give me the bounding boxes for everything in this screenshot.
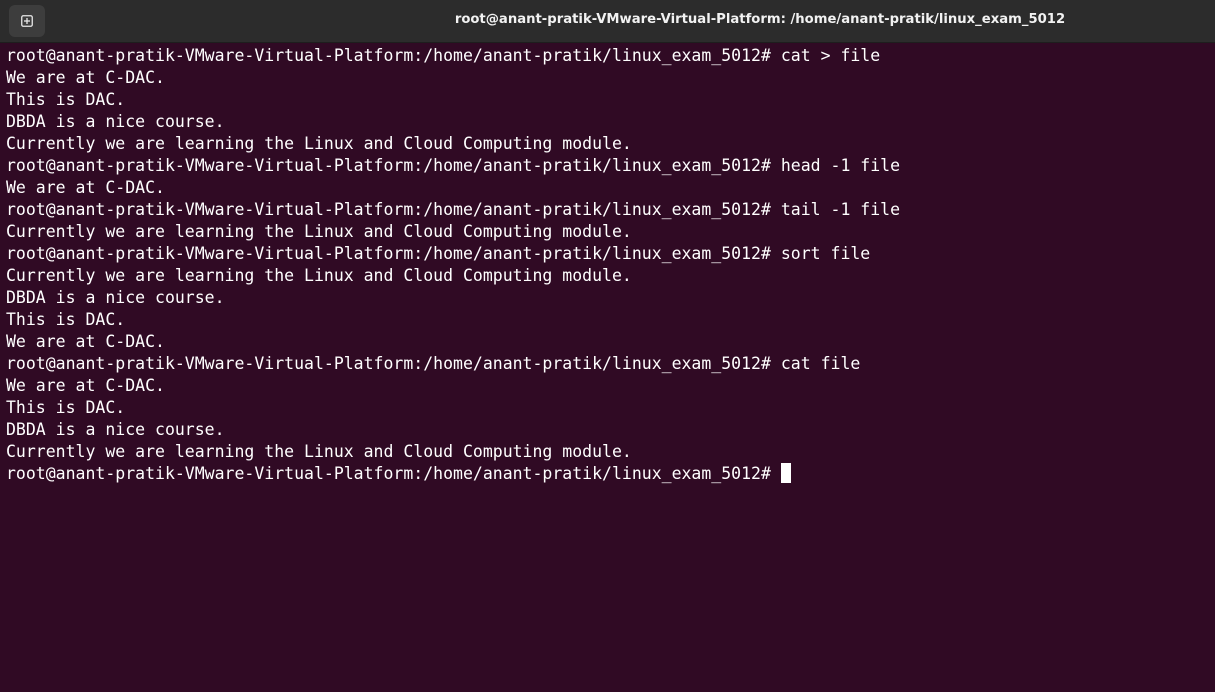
window-title: root@anant-pratik-VMware-Virtual-Platfor…: [454, 12, 1066, 27]
terminal-output[interactable]: root@anant-pratik-VMware-Virtual-Platfor…: [6, 45, 1215, 692]
terminal-window: root@anant-pratik-VMware-Virtual-Platfor…: [0, 0, 1215, 692]
title-bar: root@anant-pratik-VMware-Virtual-Platfor…: [0, 0, 1215, 43]
terminal-line: We are at C-DAC.: [6, 178, 165, 197]
terminal-lines: root@anant-pratik-VMware-Virtual-Platfor…: [6, 45, 1215, 463]
terminal-line: This is DAC.: [6, 398, 126, 417]
terminal-line: Currently we are learning the Linux and …: [6, 442, 632, 461]
text-cursor: [780, 463, 791, 483]
terminal-line: Currently we are learning the Linux and …: [6, 266, 632, 285]
terminal-line: root@anant-pratik-VMware-Virtual-Platfor…: [6, 244, 871, 263]
terminal-line: root@anant-pratik-VMware-Virtual-Platfor…: [6, 46, 881, 65]
shell-prompt: root@anant-pratik-VMware-Virtual-Platfor…: [6, 464, 771, 483]
terminal-line: We are at C-DAC.: [6, 68, 165, 87]
terminal-line: We are at C-DAC.: [6, 376, 165, 395]
terminal-line: This is DAC.: [6, 90, 126, 109]
terminal-line: Currently we are learning the Linux and …: [6, 134, 632, 153]
terminal-line: We are at C-DAC.: [6, 332, 165, 351]
terminal-line: root@anant-pratik-VMware-Virtual-Platfor…: [6, 200, 901, 219]
terminal-line: This is DAC.: [6, 310, 126, 329]
prompt-line[interactable]: root@anant-pratik-VMware-Virtual-Platfor…: [6, 463, 1215, 485]
terminal-line: DBDA is a nice course.: [6, 288, 225, 307]
terminal-line: root@anant-pratik-VMware-Virtual-Platfor…: [6, 156, 901, 175]
terminal-line: Currently we are learning the Linux and …: [6, 222, 632, 241]
new-tab-button[interactable]: [9, 5, 45, 37]
new-tab-icon: [21, 15, 33, 27]
terminal-line: root@anant-pratik-VMware-Virtual-Platfor…: [6, 354, 861, 373]
terminal-line: DBDA is a nice course.: [6, 420, 225, 439]
terminal-line: DBDA is a nice course.: [6, 112, 225, 131]
